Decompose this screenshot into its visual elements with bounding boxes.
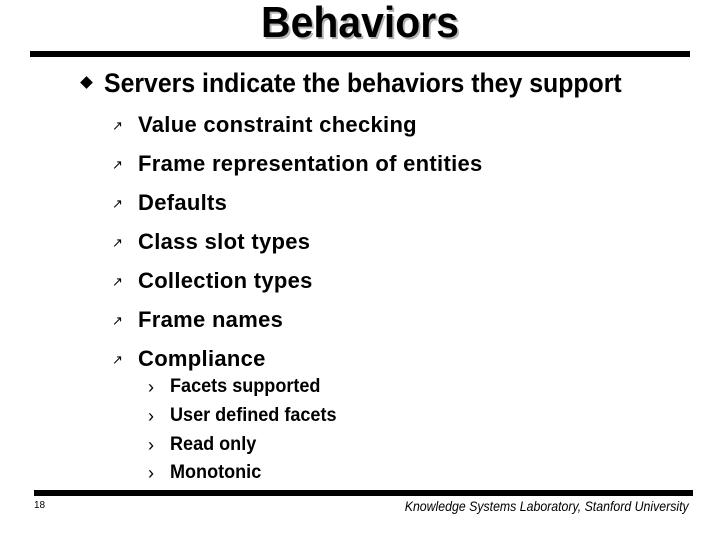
chevron-bullet-icon: › bbox=[148, 463, 154, 484]
compliance-item-text: User defined facets bbox=[170, 405, 337, 427]
footer-divider bbox=[34, 490, 693, 496]
diamond-bullet-icon bbox=[80, 76, 94, 90]
page-number: 18 bbox=[34, 500, 46, 511]
slide-title: Behaviors bbox=[261, 0, 459, 47]
compliance-item: › User defined facets bbox=[148, 402, 345, 431]
compliance-item-text: Facets supported bbox=[170, 376, 321, 398]
chevron-bullet-icon: › bbox=[148, 434, 154, 455]
sub-point-text: Class slot types bbox=[138, 228, 311, 254]
compliance-item-text: Monotonic bbox=[170, 462, 262, 484]
sub-point-text: Compliance bbox=[138, 345, 266, 371]
sub-point-text: Value constraint checking bbox=[138, 111, 417, 137]
arrow-bullet-icon: ↗ bbox=[112, 275, 123, 290]
sub-point-item: ↗ Frame names bbox=[112, 300, 483, 339]
compliance-item: › Facets supported bbox=[148, 373, 345, 402]
sub-point-item: ↗ Defaults bbox=[112, 183, 483, 222]
sub-point-text: Defaults bbox=[138, 189, 228, 215]
title-divider bbox=[30, 51, 690, 57]
arrow-bullet-icon: ↗ bbox=[112, 236, 123, 251]
main-point-text: Servers indicate the behaviors they supp… bbox=[104, 67, 622, 98]
sub-point-item: ↗ Value constraint checking bbox=[112, 105, 483, 144]
arrow-bullet-icon: ↗ bbox=[112, 314, 123, 329]
sub-point-list: ↗ Value constraint checking ↗ Frame repr… bbox=[112, 105, 483, 378]
compliance-item-text: Read only bbox=[170, 433, 257, 455]
sub-point-text: Collection types bbox=[138, 267, 313, 293]
main-bullet-point: Servers indicate the behaviors they supp… bbox=[80, 66, 667, 100]
sub-point-text: Frame representation of entities bbox=[138, 150, 483, 176]
sub-point-text: Frame names bbox=[138, 306, 284, 332]
sub-point-item: ↗ Frame representation of entities bbox=[112, 144, 483, 183]
arrow-bullet-icon: ↗ bbox=[112, 119, 123, 134]
arrow-bullet-icon: ↗ bbox=[112, 353, 123, 368]
sub-point-item: ↗ Collection types bbox=[112, 261, 483, 300]
arrow-bullet-icon: ↗ bbox=[112, 158, 123, 173]
chevron-bullet-icon: › bbox=[148, 406, 154, 427]
compliance-item: › Read only bbox=[148, 430, 345, 459]
footer-organization: Knowledge Systems Laboratory, Stanford U… bbox=[405, 498, 689, 514]
compliance-item: › Monotonic bbox=[148, 459, 345, 488]
compliance-list: › Facets supported › User defined facets… bbox=[148, 373, 345, 488]
chevron-bullet-icon: › bbox=[148, 377, 154, 398]
arrow-bullet-icon: ↗ bbox=[112, 197, 123, 212]
sub-point-item: ↗ Class slot types bbox=[112, 222, 483, 261]
